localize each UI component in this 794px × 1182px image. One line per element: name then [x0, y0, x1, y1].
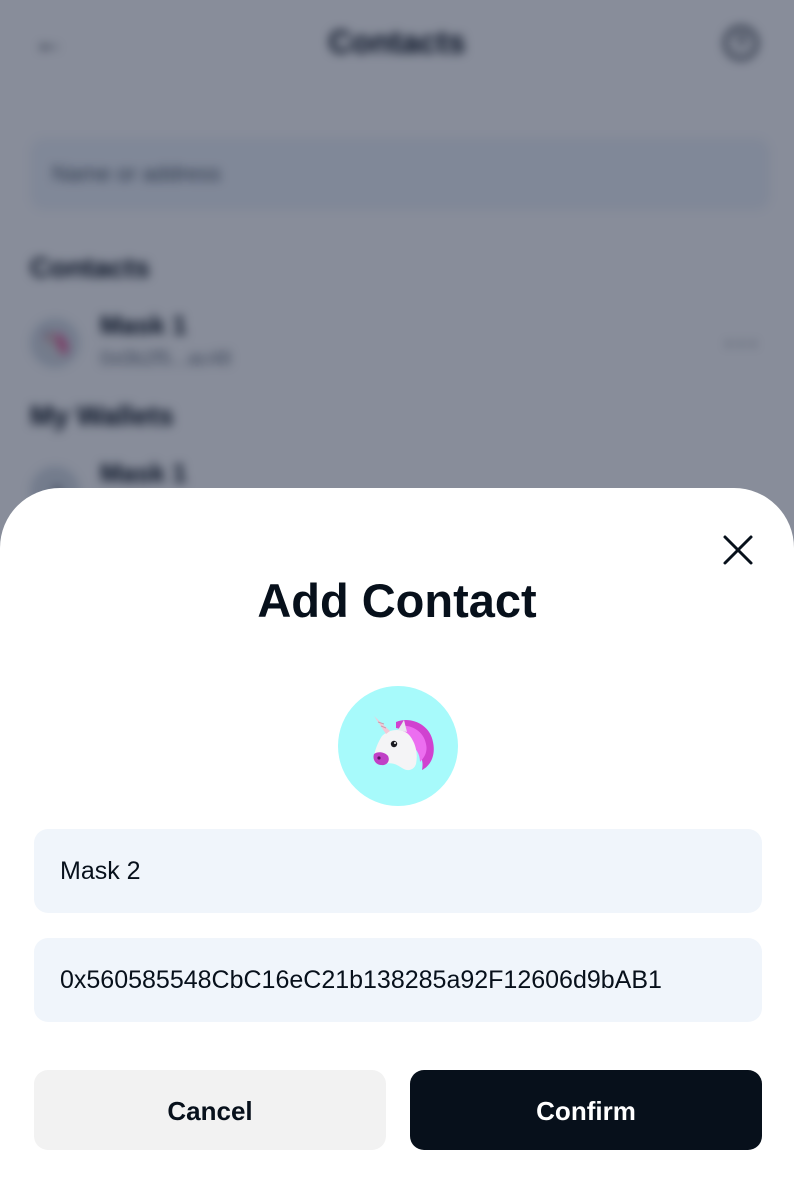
add-contact-screen: ← Contacts ? Name or address Contacts 🦄 … — [0, 0, 794, 1182]
cancel-button[interactable]: Cancel — [34, 1070, 386, 1150]
confirm-button[interactable]: Confirm — [410, 1070, 762, 1150]
modal-title: Add Contact — [257, 574, 537, 627]
contact-name-input[interactable] — [34, 829, 762, 913]
close-button[interactable] — [716, 528, 760, 572]
unicorn-icon — [373, 716, 434, 771]
add-contact-modal: Add Contact Mask 2 0x560585548CbC16eC21b… — [0, 488, 794, 1182]
close-icon — [723, 535, 753, 565]
contact-avatar[interactable] — [338, 686, 458, 806]
wallet-address-input[interactable] — [34, 938, 762, 1022]
